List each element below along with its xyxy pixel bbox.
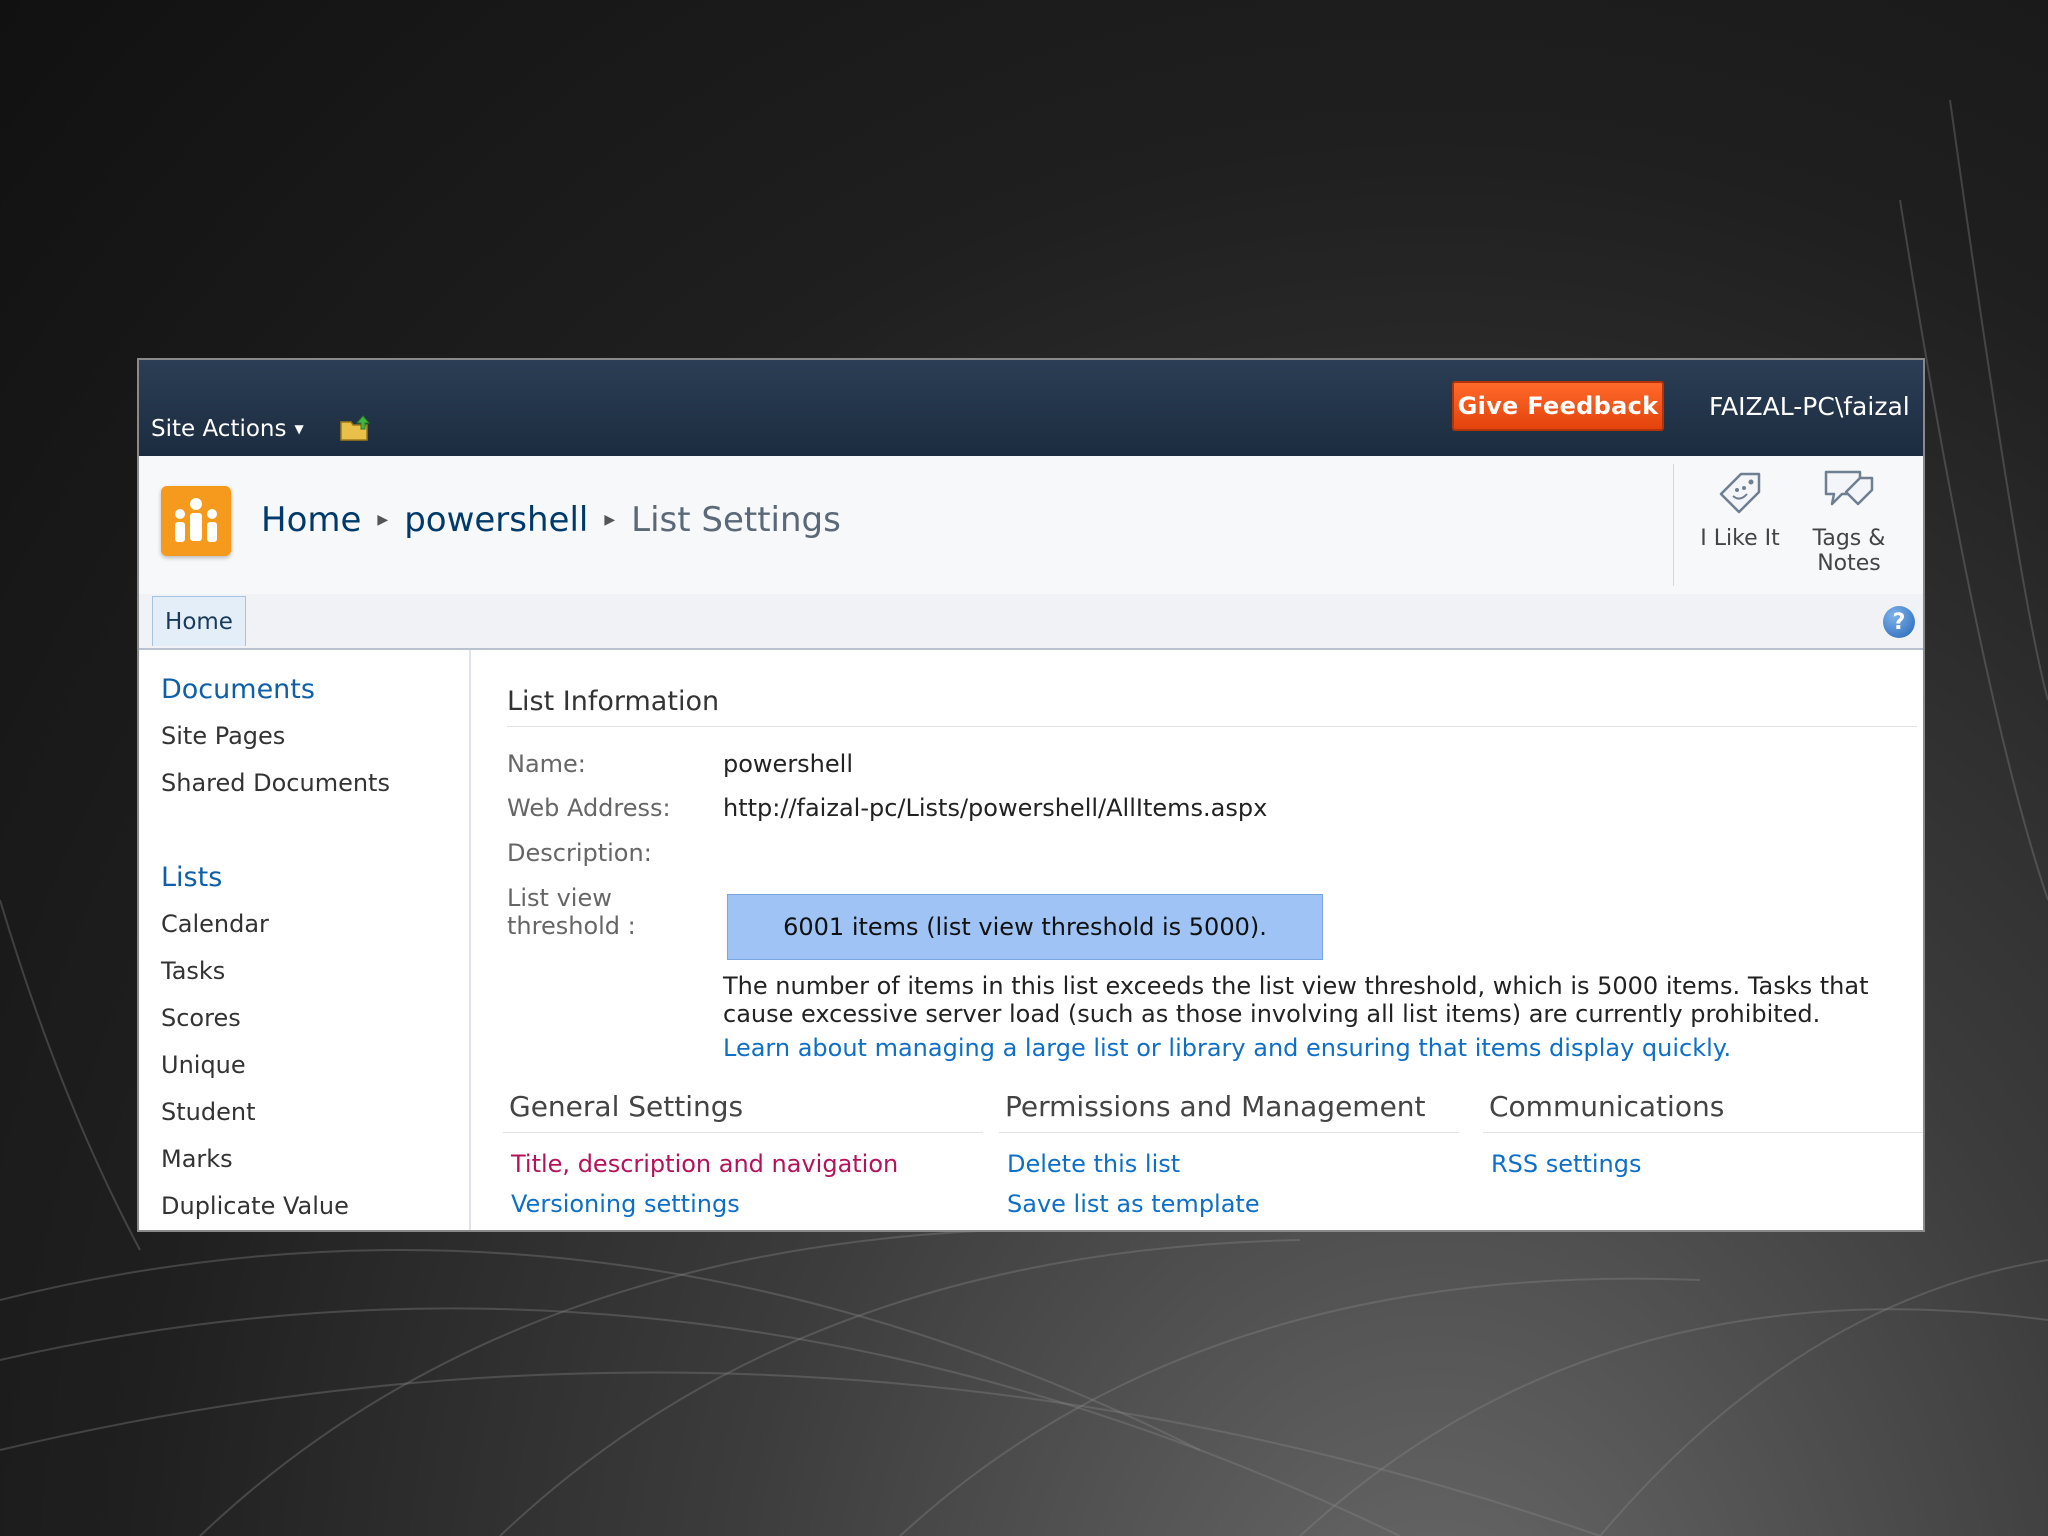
upload-folder-icon[interactable]	[339, 414, 373, 442]
name-label: Name:	[507, 750, 586, 778]
settings-link[interactable]: Title, description and navigation	[511, 1150, 898, 1178]
web-address-label: Web Address:	[507, 794, 671, 822]
tags-notes-button[interactable]: Tags & Notes	[1801, 466, 1897, 576]
quick-launch-heading-lists[interactable]: Lists	[161, 862, 222, 893]
quick-launch-item[interactable]: Site Pages	[161, 722, 285, 750]
top-bar: Site Actions ▼ Give Feedback FAIZAL-PC\f…	[139, 360, 1923, 456]
settings-link[interactable]: Versioning settings	[511, 1190, 740, 1218]
large-list-help-link[interactable]: Learn about managing a large list or lib…	[723, 1034, 1731, 1062]
threshold-message: The number of items in this list exceeds…	[723, 972, 1869, 1028]
site-actions-menu[interactable]: Site Actions ▼	[151, 416, 304, 442]
divider	[1673, 464, 1674, 586]
site-actions-label: Site Actions	[151, 416, 287, 442]
threshold-status-box: 6001 items (list view threshold is 5000)…	[727, 894, 1323, 960]
permissions-heading: Permissions and Management	[1005, 1090, 1426, 1123]
top-nav-bar: Home	[139, 594, 1923, 650]
tags-notes-label-line1: Tags &	[1812, 526, 1886, 551]
description-label: Description:	[507, 839, 652, 867]
threshold-label-line1: List view	[507, 884, 612, 912]
name-value: powershell	[723, 750, 853, 778]
settings-link[interactable]: Save list as template	[1007, 1190, 1260, 1218]
breadcrumb-separator-icon: ▶	[604, 512, 616, 528]
quick-launch: Documents Site Pages Shared Documents Li…	[139, 650, 471, 1230]
general-settings-heading: General Settings	[509, 1090, 744, 1123]
divider	[507, 726, 1917, 727]
quick-launch-item[interactable]: Scores	[161, 1004, 241, 1032]
tags-notes-label-line2: Notes	[1817, 551, 1881, 576]
page-title: List Settings	[631, 500, 841, 540]
settings-link[interactable]: Delete this list	[1007, 1150, 1180, 1178]
quick-launch-item[interactable]: Tasks	[161, 957, 225, 985]
main-content: List Information Name: powershell Web Ad…	[471, 650, 1923, 1230]
quick-launch-item[interactable]: Student	[161, 1098, 255, 1126]
tab-home[interactable]: Home	[152, 596, 246, 646]
breadcrumb-separator-icon: ▶	[377, 512, 389, 528]
help-icon[interactable]: ?	[1883, 606, 1915, 638]
i-like-it-label: I Like It	[1700, 526, 1780, 551]
list-information-heading: List Information	[507, 686, 720, 717]
settings-link[interactable]: RSS settings	[1491, 1150, 1641, 1178]
quick-launch-item[interactable]: Marks	[161, 1145, 233, 1173]
give-feedback-button[interactable]: Give Feedback	[1452, 381, 1664, 431]
web-address-value: http://faizal-pc/Lists/powershell/AllIte…	[723, 794, 1268, 822]
user-menu[interactable]: FAIZAL-PC\faizal	[1709, 392, 1910, 421]
quick-launch-item[interactable]: Calendar	[161, 910, 269, 938]
quick-launch-item[interactable]: Unique	[161, 1051, 246, 1079]
quick-launch-item[interactable]: Shared Documents	[161, 769, 390, 797]
breadcrumb-home[interactable]: Home	[261, 500, 361, 540]
people-site-icon	[161, 486, 231, 556]
breadcrumb: Home ▶ powershell ▶ List Settings	[261, 500, 841, 540]
divider	[999, 1132, 1459, 1133]
quick-launch-heading-documents[interactable]: Documents	[161, 674, 315, 705]
speech-tag-icon	[1824, 470, 1874, 506]
sharepoint-window: Site Actions ▼ Give Feedback FAIZAL-PC\f…	[137, 358, 1925, 1232]
divider	[1483, 1132, 1923, 1133]
breadcrumb-site[interactable]: powershell	[404, 500, 588, 540]
chevron-down-icon: ▼	[294, 422, 304, 436]
smiley-tag-icon	[1719, 472, 1761, 514]
threshold-label-line2: threshold :	[507, 912, 636, 940]
i-like-it-button[interactable]: I Like It	[1692, 466, 1788, 551]
quick-launch-item[interactable]: Duplicate Value	[161, 1192, 349, 1220]
divider	[503, 1132, 983, 1133]
communications-heading: Communications	[1489, 1090, 1725, 1123]
